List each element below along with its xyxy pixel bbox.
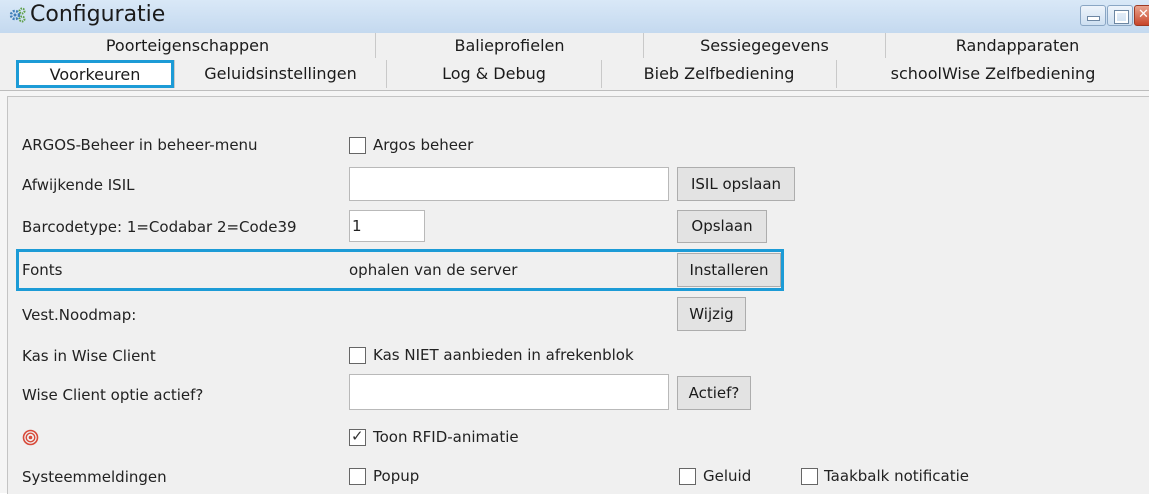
argos-checkbox[interactable] (349, 137, 366, 154)
tab-log-debug[interactable]: Log & Debug (386, 60, 601, 88)
argos-label: ARGOS-Beheer in beheer-menu (22, 136, 258, 154)
kas-checkbox-label: Kas NIET aanbieden in afrekenblok (373, 346, 634, 364)
rfid-checkbox[interactable] (349, 427, 366, 446)
popup-checkbox[interactable] (349, 468, 366, 485)
kas-checkbox[interactable] (349, 347, 366, 364)
tab-randapparaten[interactable]: Randapparaten (885, 33, 1149, 58)
popup-checkbox-label: Popup (373, 467, 420, 485)
tab-row-top: Poorteigenschappen Balieprofielen Sessie… (0, 33, 1149, 58)
configuratie-window: Configuratie Poorteigenschappen Baliepro… (0, 0, 1149, 494)
fonts-info: ophalen van de server (349, 261, 518, 279)
maximize-button[interactable] (1107, 5, 1133, 26)
tab-poorteigenschappen[interactable]: Poorteigenschappen (0, 33, 375, 58)
barcode-label: Barcodetype: 1=Codabar 2=Code39 (22, 218, 297, 236)
rfid-checkbox-label: Toon RFID-animatie (373, 428, 519, 446)
gears-icon (9, 7, 26, 23)
noodmap-change-button[interactable]: Wijzig (677, 297, 746, 331)
taakbalk-checkbox[interactable] (801, 468, 818, 485)
tab-row-bottom: Voorkeuren Geluidsinstellingen Log & Deb… (0, 58, 1149, 91)
tab-balieprofielen[interactable]: Balieprofielen (375, 33, 643, 58)
tab-geluidsinstellingen[interactable]: Geluidsinstellingen (174, 60, 386, 88)
tab-sessiegegevens[interactable]: Sessiegegevens (643, 33, 885, 58)
geluid-checkbox[interactable] (679, 468, 696, 485)
wiseclient-label: Wise Client optie actief? (22, 386, 204, 404)
meldingen-label: Systeemmeldingen (22, 468, 167, 486)
fonts-install-button[interactable]: Installeren (677, 253, 781, 287)
tab-bieb-zelfbediening[interactable]: Bieb Zelfbediening (601, 60, 836, 88)
kas-label: Kas in Wise Client (22, 347, 156, 365)
title-bar[interactable]: Configuratie (0, 0, 1149, 34)
window-title: Configuratie (30, 2, 166, 27)
taakbalk-checkbox-label: Taakbalk notificatie (824, 467, 969, 485)
minimize-button[interactable] (1080, 5, 1106, 26)
fonts-label: Fonts (22, 261, 63, 279)
wiseclient-active-button[interactable]: Actief? (677, 376, 751, 410)
geluid-checkbox-label: Geluid (703, 467, 752, 485)
tab-schoolwise-zelfbediening[interactable]: schoolWise Zelfbediening (836, 60, 1149, 88)
voorkeuren-panel (7, 96, 1149, 494)
barcode-save-button[interactable]: Opslaan (677, 210, 767, 243)
barcode-input[interactable]: 1 (349, 210, 425, 242)
noodmap-label: Vest.Noodmap: (22, 306, 137, 324)
wiseclient-input[interactable] (349, 374, 669, 410)
tab-voorkeuren[interactable]: Voorkeuren (16, 60, 174, 88)
close-button[interactable] (1134, 5, 1149, 26)
argos-checkbox-label: Argos beheer (373, 136, 474, 154)
isil-input[interactable] (349, 167, 669, 201)
isil-save-button[interactable]: ISIL opslaan (677, 167, 795, 201)
isil-label: Afwijkende ISIL (22, 176, 135, 194)
rfid-target-icon (22, 429, 39, 446)
